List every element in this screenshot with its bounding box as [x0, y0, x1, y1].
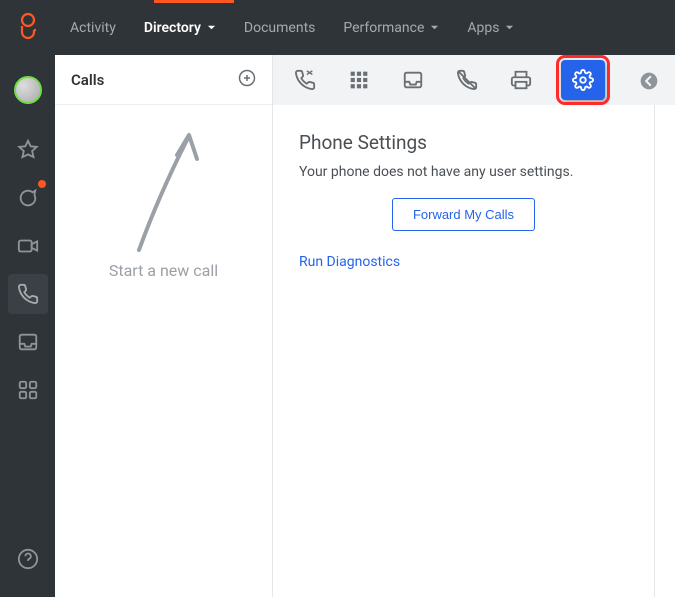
user-avatar[interactable]: [14, 76, 42, 104]
run-diagnostics-link[interactable]: Run Diagnostics: [299, 254, 400, 270]
phone-settings-button[interactable]: [561, 60, 605, 100]
content-area: Calls Start a new call: [55, 55, 675, 597]
phone-settings-panel: Phone Settings Your phone does not have …: [273, 105, 655, 597]
nav-directory-label: Directory: [144, 20, 201, 36]
sidebar-video[interactable]: [8, 226, 48, 266]
sidebar-inbox[interactable]: [8, 322, 48, 362]
dial-icon[interactable]: [291, 66, 319, 94]
nav-apps[interactable]: Apps: [467, 20, 514, 36]
dialpad-icon[interactable]: [345, 66, 373, 94]
start-call-text: Start a new call: [109, 261, 218, 280]
calls-body: Start a new call: [55, 105, 272, 597]
top-nav: Activity Directory Documents Performance…: [0, 0, 675, 55]
chevron-down-icon: [430, 20, 439, 36]
active-tab-marker: [154, 0, 234, 3]
collapse-panel-button[interactable]: [637, 69, 661, 93]
nav-performance[interactable]: Performance: [343, 20, 439, 36]
nav-apps-label: Apps: [467, 20, 499, 36]
app-logo-icon[interactable]: [17, 12, 39, 44]
phone-toolbar: [273, 55, 675, 105]
sidebar-phone[interactable]: [8, 274, 48, 314]
calls-panel: Calls Start a new call: [55, 55, 273, 597]
settings-title: Phone Settings: [299, 131, 628, 154]
nav-activity-label: Activity: [70, 20, 116, 36]
nav-documents-label: Documents: [244, 20, 315, 36]
sidebar-apps-grid[interactable]: [8, 370, 48, 410]
nav-activity[interactable]: Activity: [70, 20, 116, 36]
sidebar-help[interactable]: [8, 539, 48, 579]
nav-directory[interactable]: Directory: [144, 20, 216, 36]
sidebar-favorites[interactable]: [8, 130, 48, 170]
print-icon[interactable]: [507, 66, 535, 94]
notification-dot-icon: [38, 180, 46, 188]
calls-title: Calls: [71, 71, 104, 89]
arrow-up-icon: [119, 125, 209, 255]
settings-description: Your phone does not have any user settin…: [299, 164, 628, 180]
chevron-down-icon: [207, 20, 216, 36]
left-sidebar: [0, 0, 55, 597]
forward-calls-button[interactable]: Forward My Calls: [392, 198, 535, 231]
nav-performance-label: Performance: [343, 20, 424, 36]
voicemail-inbox-icon[interactable]: [399, 66, 427, 94]
sidebar-chat[interactable]: [8, 178, 48, 218]
calls-header: Calls: [55, 55, 272, 105]
chevron-down-icon: [505, 20, 514, 36]
add-call-button[interactable]: [238, 69, 256, 91]
right-panel: Phone Settings Your phone does not have …: [273, 55, 675, 597]
missed-call-icon[interactable]: [453, 66, 481, 94]
nav-documents[interactable]: Documents: [244, 20, 315, 36]
